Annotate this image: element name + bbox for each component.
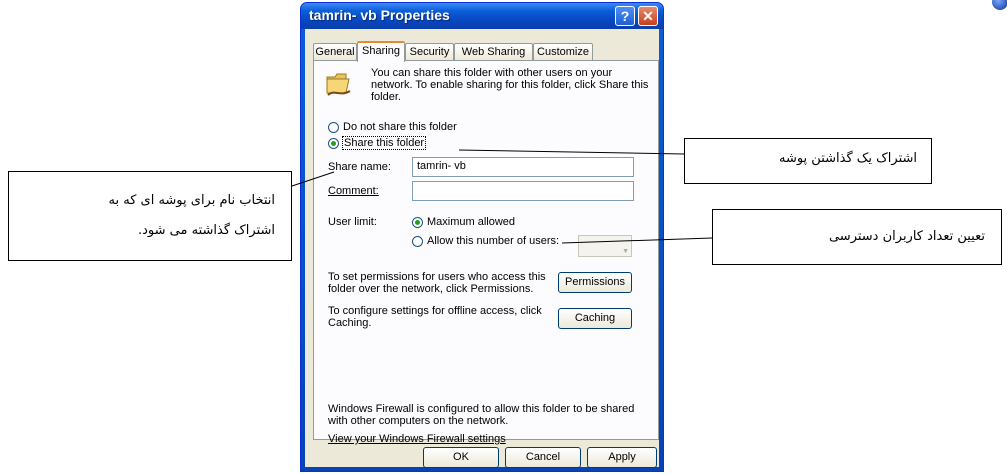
pointer-line-users bbox=[561, 237, 713, 244]
pointer-line-name bbox=[291, 171, 335, 187]
callout-pointer-lines bbox=[291, 149, 713, 244]
tab-sharing[interactable]: Sharing bbox=[357, 41, 405, 62]
pointer-line-share bbox=[458, 149, 685, 155]
